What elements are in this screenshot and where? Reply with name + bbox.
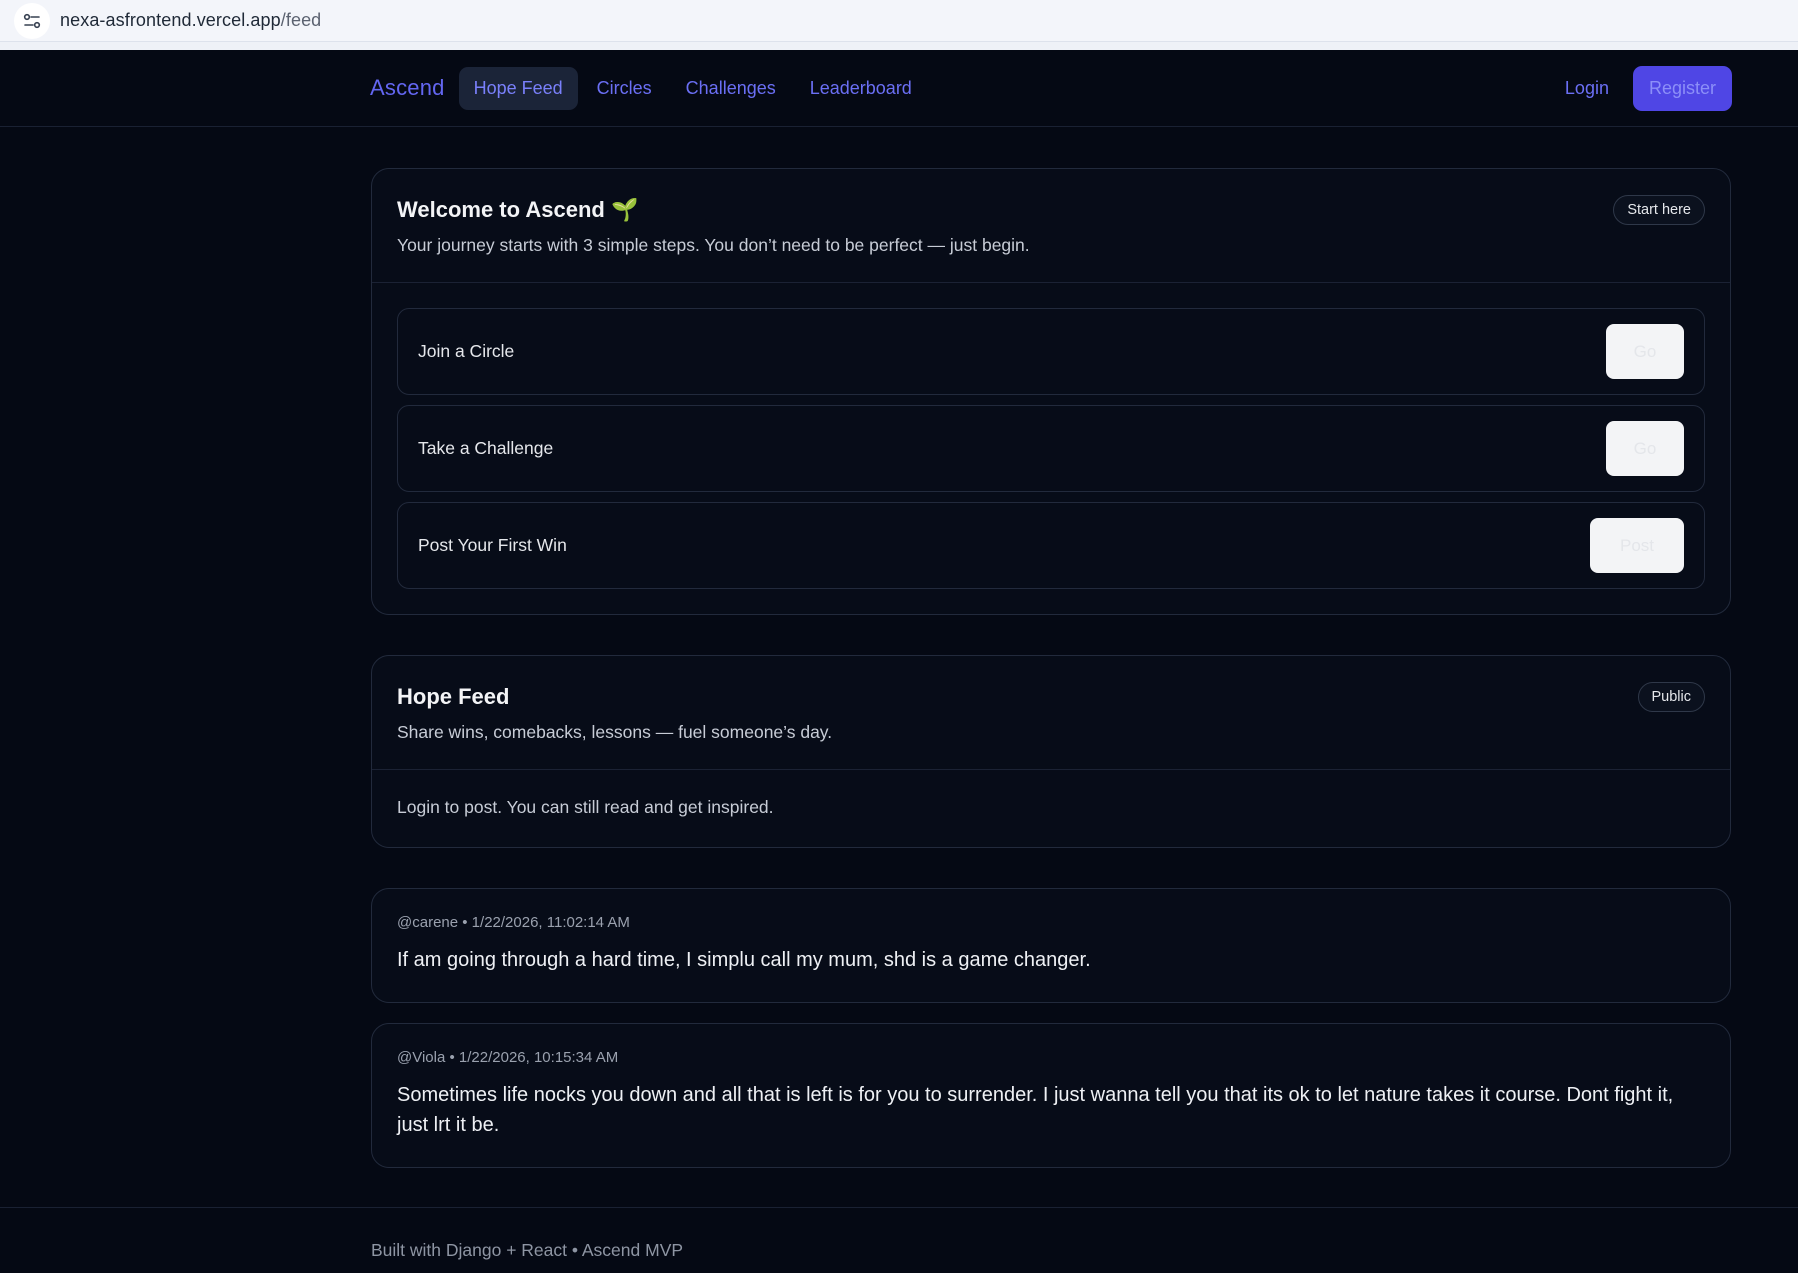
public-badge: Public xyxy=(1637,682,1705,712)
join-circle-go-button[interactable]: Go xyxy=(1606,324,1684,379)
step-label: Take a Challenge xyxy=(418,438,554,458)
nav-link-hope-feed[interactable]: Hope Feed xyxy=(458,66,578,110)
login-link[interactable]: Login xyxy=(1565,78,1609,99)
welcome-subtitle: Your journey starts with 3 simple steps.… xyxy=(397,235,1030,255)
feed-post: @Viola • 1/22/2026, 10:15:34 AM Sometime… xyxy=(371,1023,1731,1168)
post-meta: @carene • 1/22/2026, 11:02:14 AM xyxy=(397,914,630,931)
onboarding-steps: Join a Circle Go Take a Challenge Go Pos… xyxy=(372,283,1730,614)
step-post-first-win: Post Your First Win Post xyxy=(397,502,1705,589)
nav-link-leaderboard[interactable]: Leaderboard xyxy=(795,67,927,110)
post-meta: @Viola • 1/22/2026, 10:15:34 AM xyxy=(397,1049,619,1066)
nav-link-challenges[interactable]: Challenges xyxy=(671,67,791,110)
step-join-circle: Join a Circle Go xyxy=(397,308,1705,395)
start-here-badge: Start here xyxy=(1613,195,1705,225)
main-content: Welcome to Ascend 🌱 Your journey starts … xyxy=(371,168,1731,1188)
hope-feed-subtitle: Share wins, comebacks, lessons — fuel so… xyxy=(397,722,833,742)
hope-feed-card: Hope Feed Share wins, comebacks, lessons… xyxy=(371,655,1731,848)
register-button[interactable]: Register xyxy=(1632,65,1732,111)
browser-address-bar: nexa-asfrontend.vercel.app/feed xyxy=(0,0,1798,50)
post-first-win-button[interactable]: Post xyxy=(1590,518,1684,573)
url-path: /feed xyxy=(280,10,322,30)
nav-link-circles[interactable]: Circles xyxy=(582,67,667,110)
welcome-card: Welcome to Ascend 🌱 Your journey starts … xyxy=(371,168,1731,615)
top-navigation: Ascend Hope Feed Circles Challenges Lead… xyxy=(0,50,1798,127)
post-body: If am going through a hard time, I simpl… xyxy=(397,949,1091,971)
footer: Built with Django + React • Ascend MVP xyxy=(0,1207,1798,1273)
url-text[interactable]: nexa-asfrontend.vercel.app/feed xyxy=(60,10,321,31)
feed-post: @carene • 1/22/2026, 11:02:14 AM If am g… xyxy=(371,888,1731,1003)
hope-feed-header: Hope Feed Share wins, comebacks, lessons… xyxy=(372,656,1730,770)
tune-icon[interactable] xyxy=(14,2,50,39)
step-label: Post Your First Win xyxy=(418,535,567,555)
welcome-header: Welcome to Ascend 🌱 Your journey starts … xyxy=(372,169,1730,283)
hope-feed-title: Hope Feed xyxy=(397,684,510,709)
login-to-post-notice: Login to post. You can still read and ge… xyxy=(397,797,774,817)
url-host: nexa-asfrontend.vercel.app xyxy=(60,10,281,30)
step-label: Join a Circle xyxy=(418,341,515,361)
brand-logo[interactable]: Ascend xyxy=(370,75,445,101)
address-field[interactable]: nexa-asfrontend.vercel.app/feed xyxy=(0,0,1798,42)
step-take-challenge: Take a Challenge Go xyxy=(397,405,1705,492)
post-body: Sometimes life nocks you down and all th… xyxy=(397,1084,1674,1136)
take-challenge-go-button[interactable]: Go xyxy=(1606,421,1684,476)
footer-text: Built with Django + React • Ascend MVP xyxy=(371,1240,684,1260)
welcome-title: Welcome to Ascend 🌱 xyxy=(397,197,639,222)
